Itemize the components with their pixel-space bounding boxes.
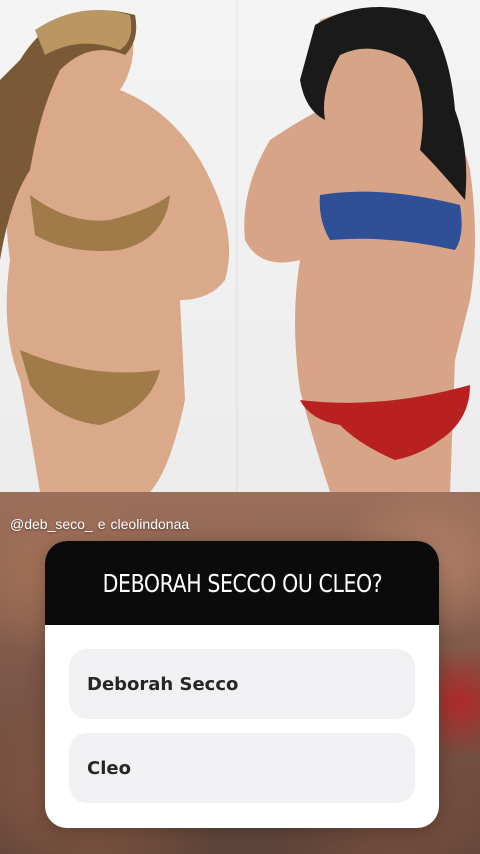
poll-header: DEBORAH SECCO OU CLEO? — [45, 541, 439, 625]
poll-sticker: DEBORAH SECCO OU CLEO? Deborah Secco Cle… — [45, 541, 439, 828]
photo-collage — [0, 7, 475, 492]
mention-bar: @deb_seco_ e cleolindonaa — [10, 514, 189, 534]
mention-separator: e — [97, 516, 106, 532]
poll-option-cleo[interactable]: Cleo — [69, 733, 415, 803]
mention-link-deb-seco[interactable]: @deb_seco_ — [10, 516, 93, 532]
poll-option-deborah-secco[interactable]: Deborah Secco — [69, 649, 415, 719]
story-viewer: @deb_seco_ e cleolindonaa DEBORAH SECCO … — [0, 0, 480, 854]
mention-link-cleolindonaa[interactable]: cleolindonaa — [111, 516, 190, 532]
poll-option-label: Deborah Secco — [87, 673, 239, 695]
right-person-figure — [244, 7, 475, 492]
left-person-figure — [0, 10, 230, 492]
poll-options: Deborah Secco Cleo — [45, 625, 439, 803]
story-photo — [0, 0, 480, 492]
photo-divider — [236, 0, 238, 492]
poll-option-label: Cleo — [87, 757, 131, 779]
poll-question: DEBORAH SECCO OU CLEO? — [102, 568, 382, 598]
